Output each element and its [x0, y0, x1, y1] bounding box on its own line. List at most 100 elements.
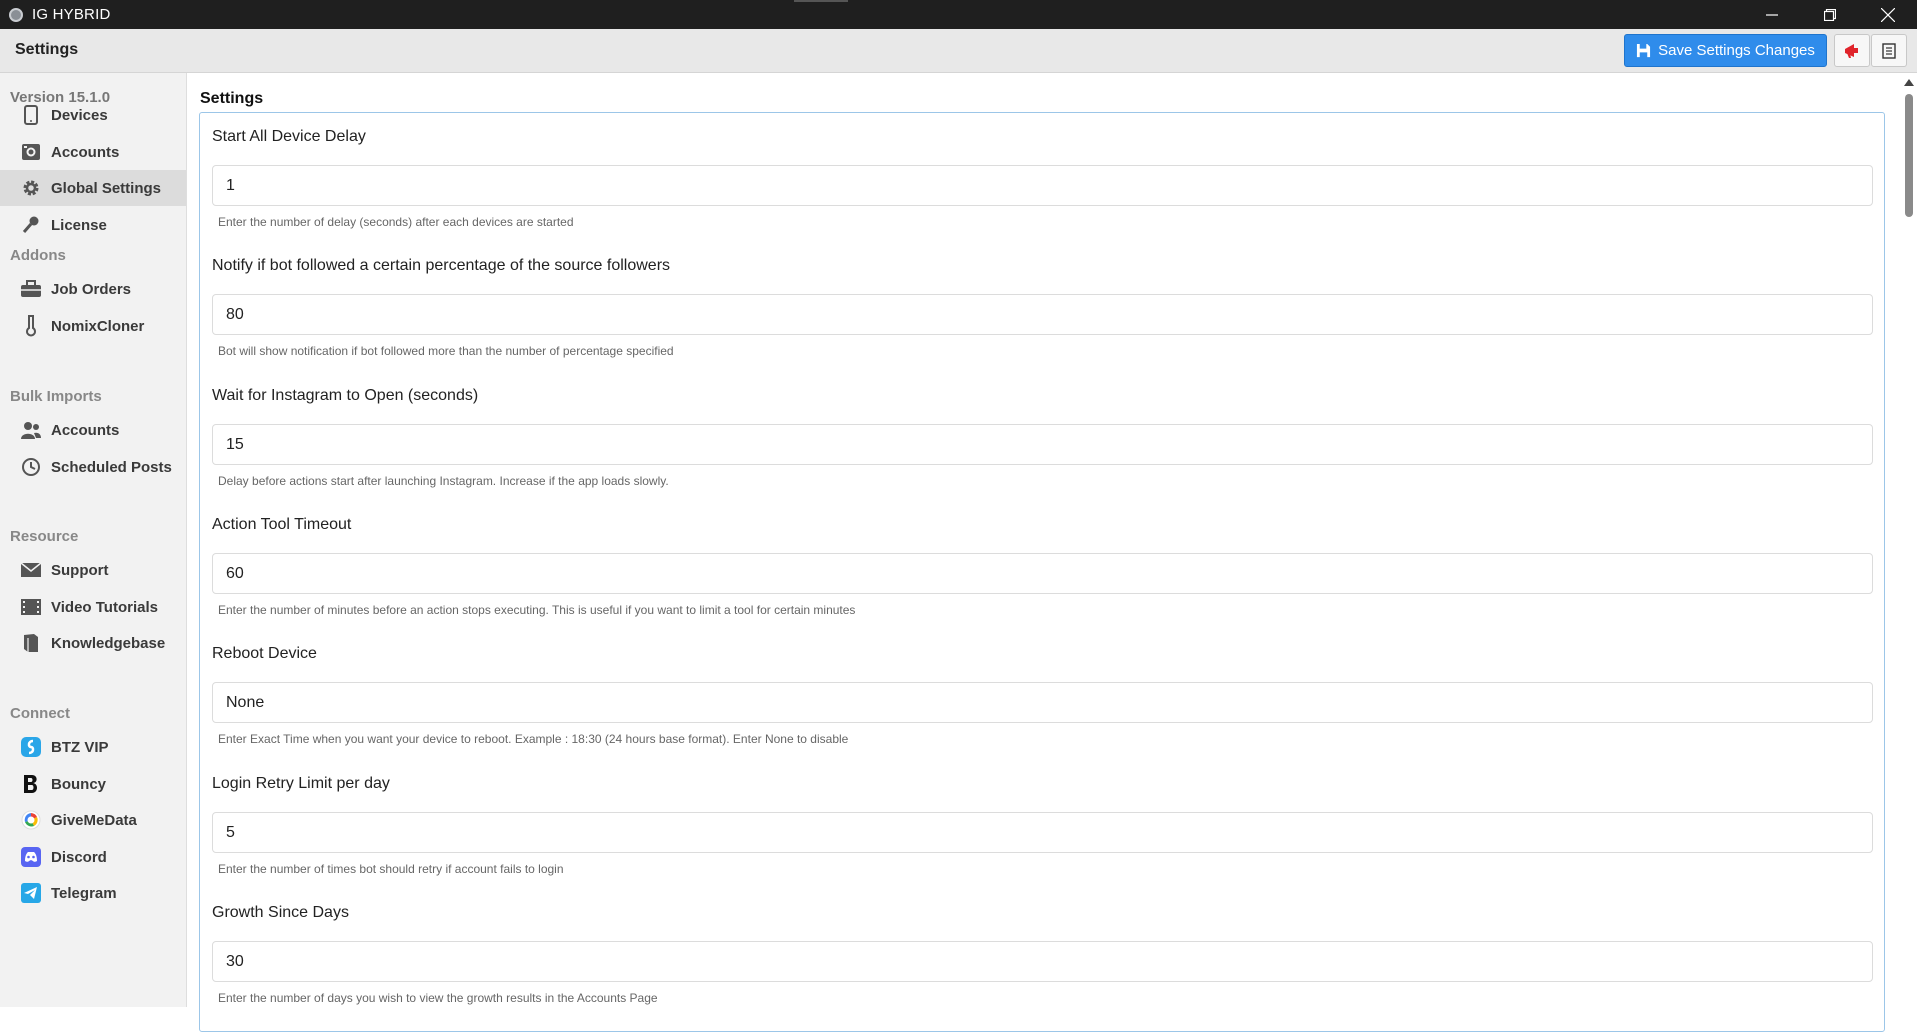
field-help: Enter the number of days you wish to vie… — [218, 991, 658, 1005]
sidebar-item-label: NomixCloner — [51, 317, 145, 335]
sidebar-item-label: License — [51, 216, 107, 234]
sidebar-item-license[interactable]: License — [0, 207, 186, 243]
instagram-icon — [20, 141, 42, 163]
book-icon — [20, 632, 42, 654]
field-action-tool-timeout: Action Tool Timeout Enter the number of … — [212, 516, 1873, 617]
field-help: Bot will show notification if bot follow… — [218, 344, 674, 358]
field-label: Reboot Device — [212, 645, 317, 662]
sidebar-item-label: Scheduled Posts — [51, 458, 172, 476]
settings-panel: Start All Device Delay Enter the number … — [199, 112, 1885, 1032]
sidebar-item-label: Devices — [51, 106, 108, 124]
close-icon — [1881, 7, 1895, 22]
btz-icon — [20, 736, 42, 758]
film-icon — [20, 596, 42, 618]
gear-icon — [20, 177, 42, 199]
field-growth-since-days: Growth Since Days Enter the number of da… — [212, 904, 1873, 1005]
sidebar-item-job-orders[interactable]: Job Orders — [0, 271, 186, 307]
save-settings-label: Save Settings Changes — [1658, 42, 1815, 59]
field-label: Action Tool Timeout — [212, 516, 352, 533]
notify-percentage-input[interactable] — [212, 294, 1873, 335]
header-bar: Settings Save Settings Changes — [0, 29, 1917, 73]
drag-handle[interactable] — [794, 0, 848, 2]
sidebar-item-label: Support — [51, 561, 109, 579]
sidebar-item-telegram[interactable]: Telegram — [0, 875, 186, 911]
sidebar-item-discord[interactable]: Discord — [0, 839, 186, 875]
restore-button[interactable] — [1801, 0, 1859, 29]
sidebar-item-label: Job Orders — [51, 280, 132, 298]
main-content: Settings Start All Device Delay Enter th… — [187, 73, 1900, 1032]
flask-icon — [20, 315, 42, 337]
sidebar-item-label: Bouncy — [51, 775, 107, 793]
minimize-button[interactable] — [1743, 0, 1801, 29]
scroll-thumb[interactable] — [1905, 94, 1913, 217]
sidebar-item-support[interactable]: Support — [0, 552, 186, 588]
sidebar: Version 15.1.0 Devices Accounts Global S… — [0, 73, 187, 1007]
sidebar-item-global-settings[interactable]: Global Settings — [0, 170, 186, 206]
field-notify-percentage: Notify if bot followed a certain percent… — [212, 257, 1873, 358]
sidebar-item-accounts[interactable]: Accounts — [0, 134, 186, 170]
megaphone-icon — [1845, 43, 1858, 58]
discord-icon — [20, 846, 42, 868]
field-label: Login Retry Limit per day — [212, 775, 390, 792]
sidebar-item-btz-vip[interactable]: BTZ VIP — [0, 729, 186, 765]
restore-icon — [1824, 8, 1836, 21]
field-help: Enter the number of times bot should ret… — [218, 862, 564, 876]
sidebar-item-label: Telegram — [51, 884, 117, 902]
sidebar-item-label: Accounts — [51, 143, 120, 161]
connect-section-title: Connect — [10, 705, 70, 722]
start-all-device-delay-input[interactable] — [212, 165, 1873, 206]
sidebar-item-label: BTZ VIP — [51, 738, 109, 756]
sidebar-item-knowledgebase[interactable]: Knowledgebase — [0, 625, 186, 661]
settings-section-title: Settings — [200, 90, 264, 107]
field-help: Enter the number of delay (seconds) afte… — [218, 215, 574, 229]
sidebar-item-label: Discord — [51, 848, 107, 866]
sidebar-item-label: Knowledgebase — [51, 634, 166, 652]
phone-icon — [20, 104, 42, 126]
sidebar-item-label: Video Tutorials — [51, 598, 158, 616]
minimize-icon — [1766, 13, 1778, 16]
wait-instagram-open-input[interactable] — [212, 424, 1873, 465]
vertical-scrollbar[interactable] — [1900, 73, 1917, 1007]
sidebar-item-scheduled-posts[interactable]: Scheduled Posts — [0, 449, 186, 485]
sidebar-item-label: Accounts — [51, 421, 120, 439]
announcement-button[interactable] — [1834, 34, 1870, 67]
app-icon — [9, 7, 23, 22]
field-help: Enter the number of minutes before an ac… — [218, 603, 856, 617]
field-start-all-device-delay: Start All Device Delay Enter the number … — [212, 128, 1873, 229]
notes-button[interactable] — [1871, 34, 1907, 67]
briefcase-icon — [20, 278, 42, 300]
action-tool-timeout-input[interactable] — [212, 553, 1873, 594]
field-login-retry-limit: Login Retry Limit per day Enter the numb… — [212, 775, 1873, 876]
addons-section-title: Addons — [10, 247, 66, 264]
users-icon — [20, 419, 42, 441]
reboot-device-input[interactable] — [212, 682, 1873, 723]
window-titlebar: IG HYBRID — [0, 0, 1917, 29]
sidebar-item-video-tutorials[interactable]: Video Tutorials — [0, 589, 186, 625]
close-button[interactable] — [1859, 0, 1917, 29]
sidebar-item-label: GiveMeData — [51, 811, 137, 829]
login-retry-limit-input[interactable] — [212, 812, 1873, 853]
bulk-imports-section-title: Bulk Imports — [10, 388, 102, 405]
key-icon — [20, 214, 42, 236]
sidebar-item-devices[interactable]: Devices — [0, 97, 186, 133]
growth-since-days-input[interactable] — [212, 941, 1873, 982]
field-label: Notify if bot followed a certain percent… — [212, 257, 671, 274]
field-help: Enter Exact Time when you want your devi… — [218, 732, 849, 746]
sidebar-item-bulk-accounts[interactable]: Accounts — [0, 412, 186, 448]
scroll-up-arrow-icon[interactable] — [1904, 79, 1914, 86]
app-title: IG HYBRID — [32, 6, 111, 23]
sidebar-item-bouncy[interactable]: Bouncy — [0, 766, 186, 802]
notes-icon — [1882, 42, 1896, 59]
telegram-icon — [20, 882, 42, 904]
sidebar-item-givemedata[interactable]: GiveMeData — [0, 802, 186, 838]
envelope-icon — [20, 559, 42, 581]
save-settings-button[interactable]: Save Settings Changes — [1624, 34, 1827, 67]
sidebar-item-nomixcloner[interactable]: NomixCloner — [0, 308, 186, 344]
givemedata-icon — [20, 809, 42, 831]
field-label: Growth Since Days — [212, 904, 349, 921]
field-reboot-device: Reboot Device Enter Exact Time when you … — [212, 645, 1873, 746]
sidebar-item-label: Global Settings — [51, 179, 162, 197]
resource-section-title: Resource — [10, 528, 79, 545]
clock-icon — [20, 456, 42, 478]
field-help: Delay before actions start after launchi… — [218, 474, 669, 488]
